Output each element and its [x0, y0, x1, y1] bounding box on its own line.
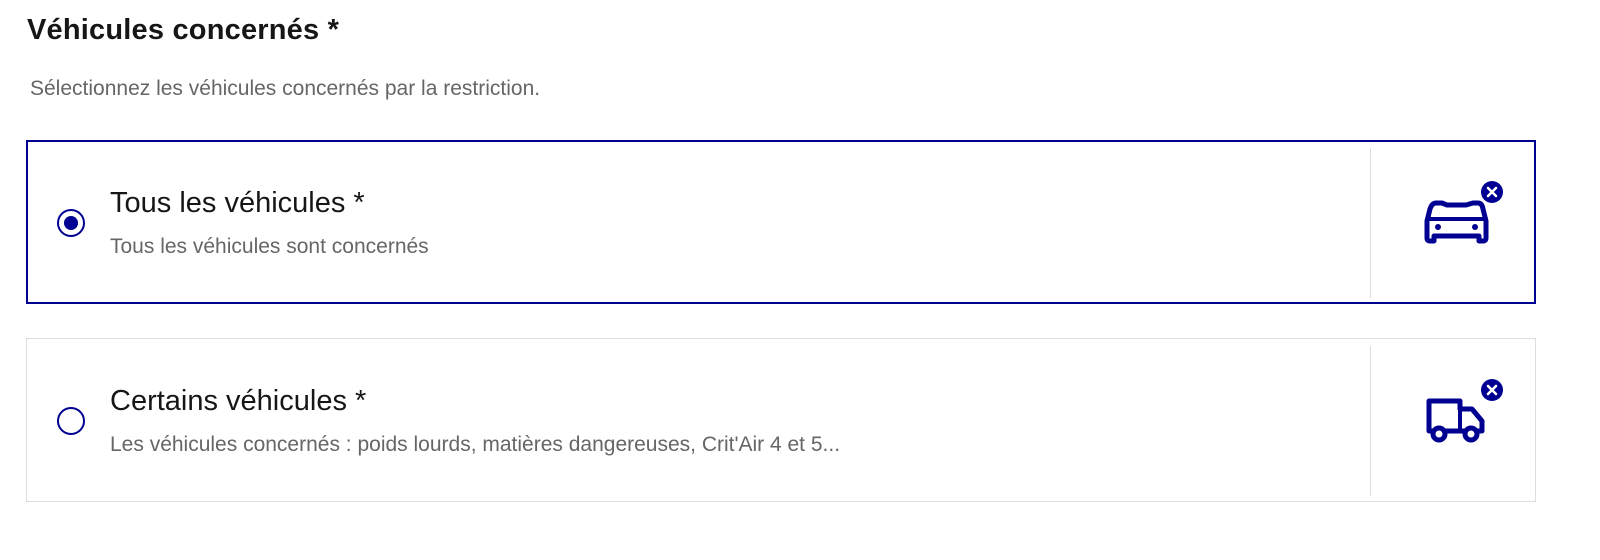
radio-option-all-vehicles[interactable]: Tous les véhicules * Tous les véhicules … — [26, 140, 1536, 304]
radio-option-some-vehicles[interactable]: Certains véhicules * Les véhicules conce… — [26, 338, 1536, 502]
truck-icon — [1426, 379, 1505, 443]
option-divider — [1370, 148, 1371, 298]
truck-pictogram — [1422, 379, 1506, 449]
radio-button-some-vehicles[interactable] — [57, 407, 85, 435]
car-pictogram — [1422, 181, 1506, 251]
option-divider — [1370, 346, 1371, 496]
fieldset-hint: Sélectionnez les véhicules concernés par… — [30, 77, 541, 100]
radio-checked-dot — [64, 216, 78, 230]
option-label: Certains véhicules * — [110, 385, 367, 417]
radio-button-all-vehicles[interactable] — [57, 209, 85, 237]
option-description: Les véhicules concernés : poids lourds, … — [110, 433, 841, 456]
vehicles-fieldset: Véhicules concernés * Sélectionnez les v… — [0, 0, 1600, 560]
fieldset-legend: Véhicules concernés * — [27, 14, 340, 46]
car-icon — [1424, 181, 1505, 244]
option-description: Tous les véhicules sont concernés — [110, 235, 429, 258]
option-label: Tous les véhicules * — [110, 187, 365, 219]
